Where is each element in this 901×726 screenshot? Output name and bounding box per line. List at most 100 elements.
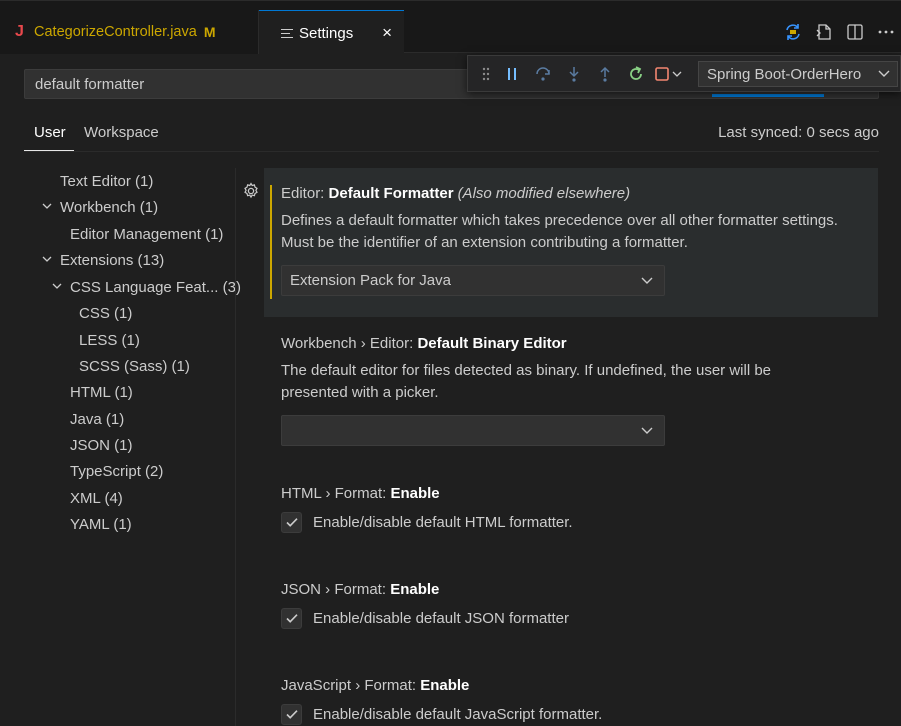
setting-description: Defines a default formatter which takes … <box>281 210 871 254</box>
toc-label: LESS (1) <box>79 331 140 349</box>
checkmark-icon <box>285 614 298 623</box>
editor-actions <box>777 10 901 54</box>
json-settings-icon[interactable] <box>777 19 808 45</box>
tab-user[interactable]: User <box>34 124 66 141</box>
setting-name: Enable <box>420 677 470 694</box>
also-modified-note[interactable]: (Also modified elsewhere) <box>458 185 631 202</box>
description-line: Must be the identifier of an extension c… <box>281 234 688 251</box>
search-input[interactable] <box>33 74 453 94</box>
toc-label: TypeScript (2) <box>70 462 164 480</box>
dropdown-value: Extension Pack for Java <box>290 272 451 289</box>
drag-handle-icon[interactable] <box>476 61 496 87</box>
toc-item-workbench[interactable]: Workbench (1) <box>40 195 158 219</box>
toc-item-less[interactable]: LESS (1) <box>79 328 140 352</box>
toc-item-xml[interactable]: XML (4) <box>70 486 123 510</box>
setting-title-default-formatter: Editor: Default Formatter (Also modified … <box>281 185 630 202</box>
setting-category: HTML › Format: <box>281 485 391 502</box>
json-format-checkbox[interactable] <box>281 607 302 629</box>
checkmark-icon <box>285 518 298 527</box>
active-tab-indicator <box>24 150 74 151</box>
tab-workspace[interactable]: Workspace <box>84 124 159 141</box>
toc-label: YAML (1) <box>70 515 132 533</box>
setting-category: Workbench › Editor: <box>281 335 418 352</box>
toc-label: SCSS (Sass) (1) <box>79 357 190 375</box>
step-over-icon[interactable] <box>527 61 558 87</box>
settings-file-icon <box>281 28 293 39</box>
chevron-down-icon <box>640 424 654 442</box>
javascript-format-checkbox[interactable] <box>281 703 302 725</box>
setting-name: Enable <box>390 581 440 598</box>
toc-item-java[interactable]: Java (1) <box>70 407 124 431</box>
chevron-down-icon <box>640 274 654 292</box>
split-editor-icon[interactable] <box>839 19 870 45</box>
description-line: The default editor for files detected as… <box>281 362 772 379</box>
toc-label: CSS Language Feat... (3) <box>70 278 241 296</box>
tab-categorize-controller[interactable]: J CategorizeController.java M <box>0 10 259 54</box>
last-synced-status: Last synced: 0 secs ago <box>718 124 879 141</box>
checkbox-label[interactable]: Enable/disable default HTML formatter. <box>313 514 573 531</box>
toc-label: Editor Management (1) <box>70 225 224 243</box>
toc-item-html[interactable]: HTML (1) <box>70 380 133 404</box>
restart-icon[interactable] <box>620 61 651 87</box>
toc-item-text-editor[interactable]: Text Editor (1) <box>60 169 153 193</box>
stop-icon[interactable] <box>651 61 687 87</box>
toc-item-json[interactable]: JSON (1) <box>70 433 133 457</box>
description-line: presented with a picker. <box>281 384 439 401</box>
settings-scope-tabs: User Workspace Last synced: 0 secs ago <box>24 116 879 152</box>
setting-category: Editor: <box>281 185 329 202</box>
toc-item-scss[interactable]: SCSS (Sass) (1) <box>79 354 190 378</box>
more-actions-icon[interactable] <box>870 19 901 45</box>
chevron-down-icon <box>877 67 891 85</box>
gear-icon[interactable] <box>242 182 260 203</box>
java-file-icon: J <box>15 23 24 40</box>
description-line: Defines a default formatter which takes … <box>281 212 838 229</box>
tab-label: Settings <box>299 24 354 42</box>
html-format-checkbox[interactable] <box>281 511 302 533</box>
setting-description: The default editor for files detected as… <box>281 360 871 404</box>
setting-title-default-binary-editor: Workbench › Editor: Default Binary Edito… <box>281 335 567 352</box>
setting-name: Default Formatter <box>328 185 454 202</box>
toc-label: Java (1) <box>70 410 125 428</box>
toc-label: Text Editor (1) <box>60 172 154 190</box>
default-binary-editor-dropdown[interactable] <box>281 415 665 446</box>
setting-title-javascript-format-enable: JavaScript › Format: Enable <box>281 677 469 694</box>
pause-icon[interactable] <box>496 61 527 87</box>
setting-category: JavaScript › Format: <box>281 677 421 694</box>
debug-configuration-label: Spring Boot-OrderHero <box>707 65 862 83</box>
json-format-checkbox-row: Enable/disable default JSON formatter <box>281 607 569 629</box>
toc-item-extensions[interactable]: Extensions (13) <box>40 248 164 272</box>
toc-label: CSS (1) <box>79 304 133 322</box>
toc-label: HTML (1) <box>70 383 133 401</box>
html-format-checkbox-row: Enable/disable default HTML formatter. <box>281 511 573 533</box>
modified-indicator <box>270 185 272 299</box>
toc-item-yaml[interactable]: YAML (1) <box>70 512 132 536</box>
step-into-icon[interactable] <box>558 61 589 87</box>
checkbox-label[interactable]: Enable/disable default JavaScript format… <box>313 706 602 723</box>
toc-label: XML (4) <box>70 489 123 507</box>
toc-item-css-language-features[interactable]: CSS Language Feat... (3) <box>50 275 241 299</box>
setting-name: Default Binary Editor <box>417 335 567 352</box>
chevron-down-icon <box>40 252 54 269</box>
toc-label: JSON (1) <box>70 436 133 454</box>
open-settings-json-icon[interactable] <box>808 19 839 45</box>
toc-item-editor-management[interactable]: Editor Management (1) <box>70 222 223 246</box>
step-out-icon[interactable] <box>589 61 620 87</box>
modified-badge: M <box>203 24 216 40</box>
debug-configuration-select[interactable]: Spring Boot-OrderHero <box>698 61 898 87</box>
setting-name: Enable <box>390 485 440 502</box>
toc-item-css[interactable]: CSS (1) <box>79 301 132 325</box>
sash-divider[interactable] <box>235 168 236 726</box>
checkmark-icon <box>285 710 298 719</box>
debug-toolbar: Spring Boot-OrderHero <box>467 55 901 92</box>
setting-title-html-format-enable: HTML › Format: Enable <box>281 485 440 502</box>
toc-label: Extensions (13) <box>60 251 165 269</box>
tab-label: CategorizeController.java <box>34 24 197 40</box>
chevron-down-icon <box>40 199 54 216</box>
editor-tab-bar: J CategorizeController.java M Settings × <box>0 0 901 55</box>
close-icon[interactable]: × <box>382 23 392 43</box>
toc-item-typescript[interactable]: TypeScript (2) <box>70 459 163 483</box>
tab-settings[interactable]: Settings × <box>259 10 404 55</box>
default-formatter-dropdown[interactable]: Extension Pack for Java <box>281 265 665 296</box>
checkbox-label[interactable]: Enable/disable default JSON formatter <box>313 610 569 627</box>
setting-category: JSON › Format: <box>281 581 391 598</box>
